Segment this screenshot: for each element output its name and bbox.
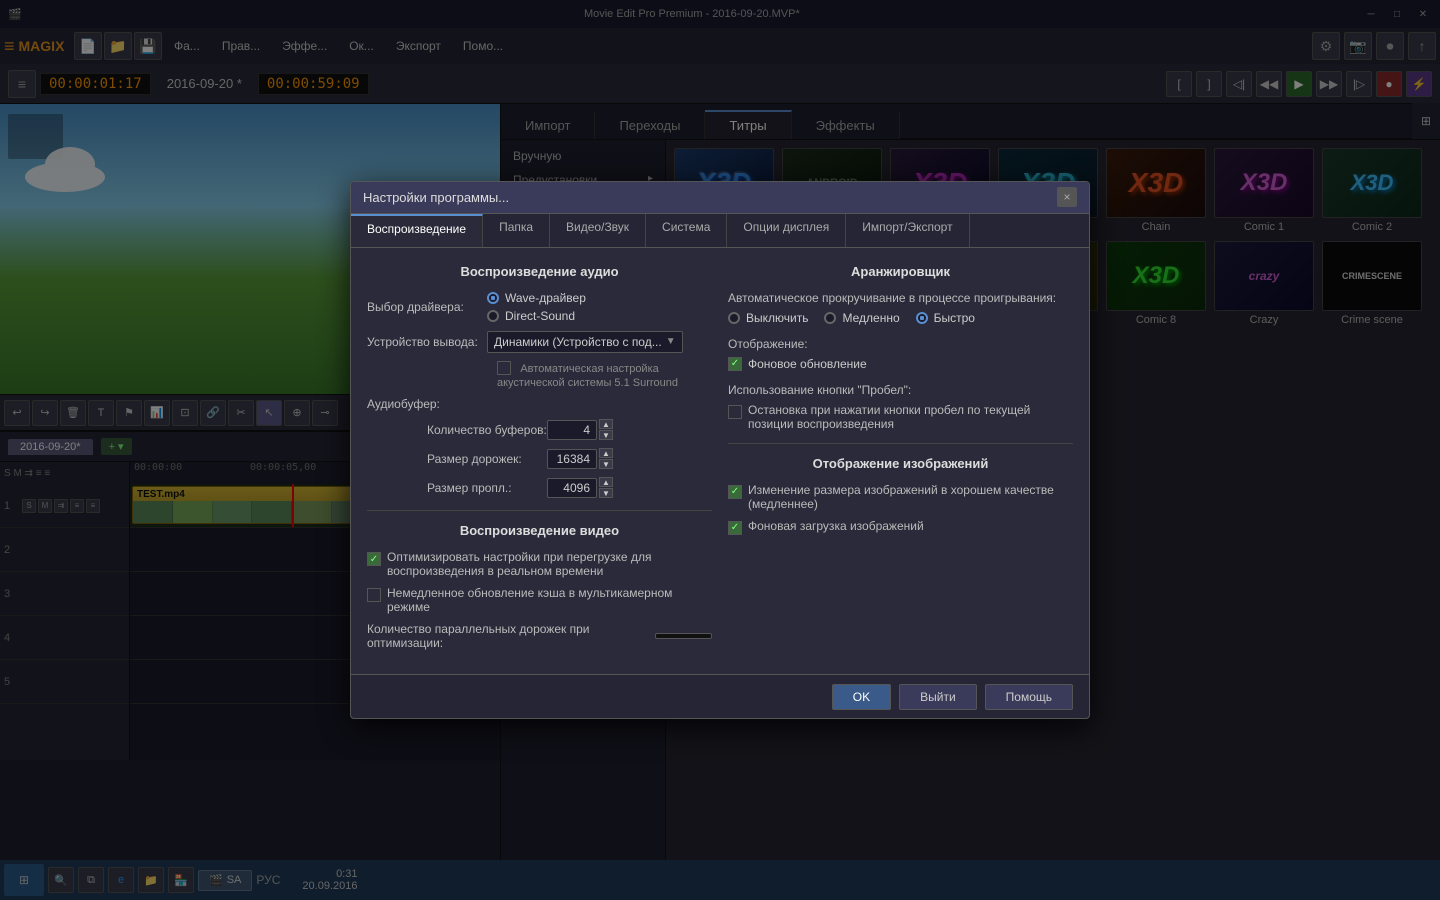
bg-load-checkbox[interactable]: ✓ xyxy=(728,521,742,535)
scroll-fast-label: Быстро xyxy=(934,311,975,325)
auto-config-row: ✓ Автоматическая настройка акустической … xyxy=(367,361,712,390)
bg-update-row: ✓ Фоновое обновление xyxy=(728,357,1073,371)
dialog-tab-import[interactable]: Импорт/Экспорт xyxy=(846,214,969,247)
auto-config-label: Автоматическая настройка акустической си… xyxy=(497,363,678,390)
buffers-count-value[interactable]: 4 xyxy=(547,420,597,440)
cancel-button[interactable]: Выйти xyxy=(899,684,977,710)
scroll-fast-row: Быстро xyxy=(916,311,975,325)
display-label: Отображение: xyxy=(728,337,1073,351)
resize-label: Изменение размера изображений в хорошем … xyxy=(748,483,1073,511)
video-section-title: Воспроизведение видео xyxy=(367,523,712,538)
dialog-tab-folder[interactable]: Папка xyxy=(483,214,550,247)
direct-sound-radio[interactable] xyxy=(487,310,499,322)
dialog-tabs: Воспроизведение Папка Видео/Звук Система… xyxy=(351,214,1089,248)
device-select[interactable]: Динамики (Устройство с под... ▼ xyxy=(487,331,683,353)
select-arrow-icon: ▼ xyxy=(666,336,676,347)
images-section-title: Отображение изображений xyxy=(728,456,1073,471)
track-size-value[interactable]: 16384 xyxy=(547,449,597,469)
parallel-row: Количество параллельных дорожек при опти… xyxy=(367,622,712,650)
divider-1 xyxy=(367,510,712,511)
buffer-count-row: Количество буферов: 4 ▲ ▼ xyxy=(367,419,712,440)
buffers-count-down[interactable]: ▼ xyxy=(599,430,613,440)
buffer-header-row: Аудиобуфер: xyxy=(367,397,712,411)
gap-size-value[interactable]: 4096 xyxy=(547,478,597,498)
gap-size-down[interactable]: ▼ xyxy=(599,488,613,498)
buffers-count-label: Количество буферов: xyxy=(427,423,547,437)
optimize-checkbox[interactable]: ✓ xyxy=(367,552,381,566)
parallel-label: Количество параллельных дорожек при опти… xyxy=(367,622,647,650)
bg-load-row: ✓ Фоновая загрузка изображений xyxy=(728,519,1073,535)
dialog-tab-display[interactable]: Опции дисплея xyxy=(727,214,846,247)
scroll-off-radio[interactable] xyxy=(728,312,740,324)
bg-update-checkbox[interactable]: ✓ xyxy=(728,357,742,371)
track-size-input: 16384 ▲ ▼ xyxy=(547,448,613,469)
dialog-overlay[interactable]: Настройки программы... × Воспроизведение… xyxy=(0,0,1440,900)
wave-driver-label: Wave-драйвер xyxy=(505,291,586,305)
settings-dialog: Настройки программы... × Воспроизведение… xyxy=(350,181,1090,720)
arranger-section: Аранжировщик Автоматическое прокручивани… xyxy=(728,264,1073,659)
wave-driver-row: Wave-драйвер xyxy=(487,291,586,305)
dialog-titlebar: Настройки программы... × xyxy=(351,182,1089,214)
dialog-body: Воспроизведение аудио Выбор драйвера: Wa… xyxy=(351,248,1089,675)
buffers-count-arrows: ▲ ▼ xyxy=(599,419,613,440)
wave-driver-radio[interactable] xyxy=(487,292,499,304)
track-size-down[interactable]: ▼ xyxy=(599,459,613,469)
fast-update-checkbox[interactable]: ✓ xyxy=(367,588,381,602)
gap-size-row: Размер пропл.: 4096 ▲ ▼ xyxy=(367,477,712,498)
scroll-slow-label: Медленно xyxy=(842,311,899,325)
gap-size-input: 4096 ▲ ▼ xyxy=(547,477,613,498)
driver-row: Выбор драйвера: Wave-драйвер Direct-Soun… xyxy=(367,291,712,323)
bg-update-label: Фоновое обновление xyxy=(748,357,867,371)
dialog-tab-video[interactable]: Видео/Звук xyxy=(550,214,646,247)
gap-size-label: Размер пропл.: xyxy=(427,481,547,495)
buffers-count-input: 4 ▲ ▼ xyxy=(547,419,613,440)
gap-size-up[interactable]: ▲ xyxy=(599,477,613,487)
help-button[interactable]: Помощь xyxy=(985,684,1073,710)
stop-checkbox[interactable]: ✓ xyxy=(728,405,742,419)
resize-checkbox[interactable]: ✓ xyxy=(728,485,742,499)
direct-sound-label: Direct-Sound xyxy=(505,309,575,323)
scroll-off-label: Выключить xyxy=(746,311,808,325)
driver-label: Выбор драйвера: xyxy=(367,300,487,314)
optimize-row: ✓ Оптимизировать настройки при перегрузк… xyxy=(367,550,712,578)
device-row: Устройство вывода: Динамики (Устройство … xyxy=(367,331,712,353)
dialog-tab-system[interactable]: Система xyxy=(646,214,727,247)
gap-size-arrows: ▲ ▼ xyxy=(599,477,613,498)
divider-2 xyxy=(728,443,1073,444)
track-size-arrows: ▲ ▼ xyxy=(599,448,613,469)
dialog-title: Настройки программы... xyxy=(363,190,1057,205)
scroll-fast-radio[interactable] xyxy=(916,312,928,324)
scroll-radio-group: Выключить Медленно Быстро xyxy=(728,311,1073,325)
dialog-close-button[interactable]: × xyxy=(1057,187,1077,207)
device-label: Устройство вывода: xyxy=(367,335,487,349)
track-size-row: Размер дорожек: 16384 ▲ ▼ xyxy=(367,448,712,469)
dialog-tab-playback[interactable]: Воспроизведение xyxy=(351,214,483,247)
buffers-count-up[interactable]: ▲ xyxy=(599,419,613,429)
driver-radio-group: Wave-драйвер Direct-Sound xyxy=(487,291,586,323)
scroll-slow-radio[interactable] xyxy=(824,312,836,324)
fast-update-label: Немедленное обновление кэша в мультикаме… xyxy=(387,586,712,614)
bg-load-label: Фоновая загрузка изображений xyxy=(748,519,924,533)
audio-section-title: Воспроизведение аудио xyxy=(367,264,712,279)
stop-row: ✓ Остановка при нажатии кнопки пробел по… xyxy=(728,403,1073,431)
scroll-slow-row: Медленно xyxy=(824,311,899,325)
resize-row: ✓ Изменение размера изображений в хороше… xyxy=(728,483,1073,511)
ok-button[interactable]: OK xyxy=(832,684,891,710)
arranger-section-title: Аранжировщик xyxy=(728,264,1073,279)
track-size-up[interactable]: ▲ xyxy=(599,448,613,458)
track-size-label: Размер дорожек: xyxy=(427,452,547,466)
scroll-label: Автоматическое прокручивание в процессе … xyxy=(728,291,1073,305)
optimize-label: Оптимизировать настройки при перегрузке … xyxy=(387,550,712,578)
audio-section: Воспроизведение аудио Выбор драйвера: Wa… xyxy=(367,264,712,659)
stop-label: Остановка при нажатии кнопки пробел по т… xyxy=(748,403,1073,431)
auto-config-checkbox[interactable]: ✓ xyxy=(497,361,511,375)
scroll-off-row: Выключить xyxy=(728,311,808,325)
fast-update-row: ✓ Немедленное обновление кэша в мультика… xyxy=(367,586,712,614)
dialog-footer: OK Выйти Помощь xyxy=(351,674,1089,718)
device-value: Динамики (Устройство с под... xyxy=(494,335,662,349)
space-label: Использование кнопки "Пробел": xyxy=(728,383,1073,397)
direct-sound-row: Direct-Sound xyxy=(487,309,586,323)
buffer-label: Аудиобуфер: xyxy=(367,397,487,411)
parallel-value[interactable] xyxy=(655,633,712,639)
